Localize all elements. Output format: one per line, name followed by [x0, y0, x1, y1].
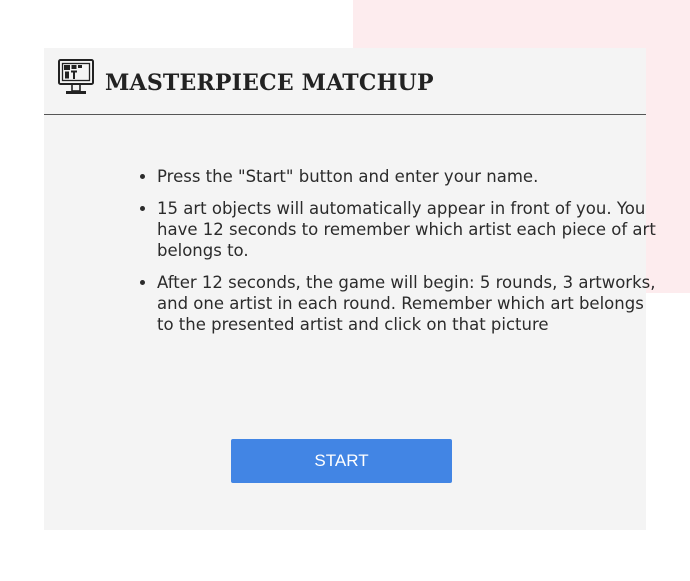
computer-monitor-art-icon	[57, 58, 95, 98]
game-title: MASTERPIECE MATCHUP	[105, 70, 434, 96]
rule-item: After 12 seconds, the game will begin: 5…	[157, 272, 657, 335]
rule-item: 15 art objects will automatically appear…	[157, 198, 657, 261]
rule-item: Press the "Start" button and enter your …	[157, 166, 657, 187]
start-button[interactable]: START	[231, 439, 452, 483]
game-rules-list: Press the "Start" button and enter your …	[138, 166, 657, 346]
panel-header: MASTERPIECE MATCHUP	[44, 48, 646, 115]
game-intro-panel: MASTERPIECE MATCHUP Press the "Start" bu…	[44, 48, 656, 530]
